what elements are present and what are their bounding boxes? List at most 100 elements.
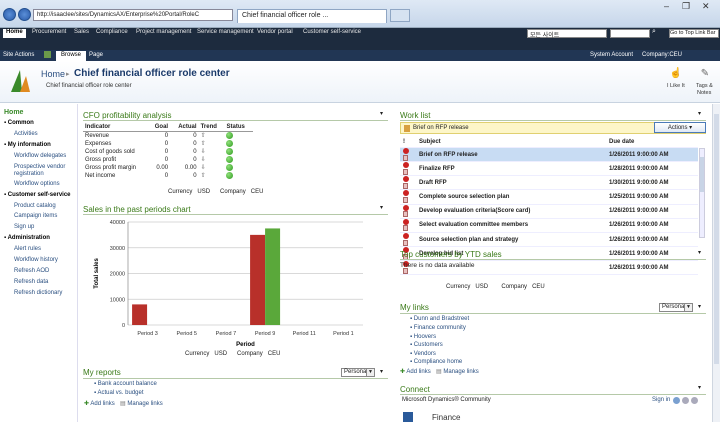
ql-workflow-delegates[interactable]: Workflow delegates (14, 153, 66, 159)
actions-button[interactable]: Actions ▾ (654, 122, 706, 133)
ql-customer-self-service[interactable]: ▪ Customer self-service (4, 192, 71, 198)
ql-refresh-aod[interactable]: Refresh AOD (14, 268, 49, 274)
breadcrumb-home[interactable]: Home (41, 69, 65, 79)
report-link-bank-account[interactable]: ▪ Bank account balance (94, 381, 157, 387)
nav-home[interactable]: Home (3, 29, 26, 38)
topcust-menu-icon[interactable]: ▾ (698, 249, 701, 256)
worklist-scrollbar[interactable] (699, 148, 705, 238)
link-compliance-home[interactable]: ▪ Compliance home (410, 359, 462, 365)
reports-menu-icon[interactable]: ▾ (380, 368, 383, 375)
ql-product-catalog[interactable]: Product catalog (14, 203, 56, 209)
nav-customer-self-service[interactable]: Customer self-service (303, 29, 361, 35)
report-link-actual-vs-budget[interactable]: ▪ Actual vs. budget (94, 390, 144, 396)
links-add-links[interactable]: ✚ Add links (400, 368, 431, 375)
nav-service-management[interactable]: Service management (197, 29, 254, 35)
col-goal: Goal (148, 123, 171, 132)
nav-compliance[interactable]: Compliance (96, 29, 128, 35)
maximize-icon[interactable]: ❐ (682, 1, 690, 12)
page-scrollbar[interactable] (712, 104, 720, 422)
table-row[interactable]: Complete source selection plan 1/25/2011 … (400, 189, 698, 205)
link-vendors[interactable]: ▪ Vendors (410, 351, 436, 357)
sales-menu-icon[interactable]: ▾ (380, 204, 383, 211)
table-row[interactable]: Develop evaluation criteria(Score card) 1… (400, 204, 698, 219)
ql-workflow-history[interactable]: Workflow history (14, 257, 58, 263)
connect-title[interactable]: Connect (400, 385, 430, 394)
search-icon[interactable]: ⌕ (652, 28, 660, 38)
tags-icon[interactable]: ✎ (698, 68, 712, 82)
tags-label[interactable]: Tags & (696, 83, 713, 89)
scrollbar-thumb[interactable] (700, 157, 704, 192)
ql-workflow-options[interactable]: Workflow options (14, 181, 60, 187)
link-customers[interactable]: ▪ Customers (410, 342, 443, 348)
goto-top-link-bar[interactable]: Go to Top Link Bar (669, 29, 719, 38)
worklist-menu-icon[interactable]: ▾ (698, 110, 701, 117)
quicklaunch-home[interactable]: Home (4, 109, 23, 116)
navigate-up-icon[interactable] (44, 51, 51, 58)
account-menu[interactable]: System Account (590, 52, 633, 58)
ql-prospective-vendor[interactable]: Prospective vendor (14, 164, 65, 170)
cfo-menu-icon[interactable]: ▾ (380, 110, 383, 117)
link-hoovers[interactable]: ▪ Hoovers (410, 334, 436, 340)
ql-refresh-data[interactable]: Refresh data (14, 279, 48, 285)
table-row[interactable]: Finalize RFP 1/28/2011 9:00:00 AM (400, 161, 698, 177)
top-customers-title[interactable]: Top customers by YTD sales (400, 250, 502, 259)
links-manage-links[interactable]: ▤ Manage links (436, 368, 479, 375)
link-finance-community[interactable]: ▪ Finance community (410, 325, 466, 331)
ql-registration[interactable]: registration (14, 171, 44, 177)
nav-sales[interactable]: Sales (74, 29, 89, 35)
forward-icon[interactable] (18, 8, 31, 21)
finance-label[interactable]: Finance (432, 413, 460, 422)
reports-add-links[interactable]: ✚ Add links (84, 400, 115, 407)
address-bar[interactable]: http://isaaclee/sites/DynamicsAX/Enterpr… (33, 9, 233, 21)
new-tab-button[interactable] (390, 9, 410, 22)
links-menu-icon[interactable]: ▾ (698, 303, 701, 310)
ql-refresh-dictionary[interactable]: Refresh dictionary (14, 290, 62, 296)
col-priority[interactable]: ! (400, 136, 416, 148)
ql-my-information[interactable]: ▪ My information (4, 142, 51, 148)
table-row[interactable]: Source selection plan and strategy 1/26/2… (400, 232, 698, 248)
nav-procurement[interactable]: Procurement (32, 29, 66, 35)
ql-administration[interactable]: ▪ Administration (4, 235, 50, 241)
links-dropdown-icon[interactable]: ▼ (684, 303, 693, 312)
table-row[interactable]: Draft RFP 1/30/2011 9:00:00 AM (400, 175, 698, 191)
ql-sign-up[interactable]: Sign up (14, 224, 34, 230)
like-icon[interactable]: ☝ (669, 68, 683, 82)
ql-activities[interactable]: Activities (14, 131, 38, 137)
tab-page[interactable]: Page (89, 52, 103, 58)
close-icon[interactable]: ✕ (702, 1, 710, 12)
page-scrollbar-thumb[interactable] (714, 114, 719, 364)
company-menu[interactable]: Company:CEU (642, 52, 682, 58)
browser-tab[interactable]: Chief financial officer role ... (237, 9, 387, 23)
document-icon (403, 168, 408, 175)
reports-manage-links[interactable]: ▤ Manage links (120, 400, 163, 407)
table-row[interactable]: Brief on RFP release 1/26/2011 9:00:00 AM (400, 147, 698, 163)
sign-in-link[interactable]: Sign in (652, 397, 670, 403)
back-icon[interactable] (3, 8, 16, 21)
tab-browse[interactable]: Browse (56, 51, 87, 61)
col-due-date[interactable]: Due date (606, 136, 698, 148)
ql-common[interactable]: ▪ Common (4, 120, 34, 126)
minimize-icon[interactable]: – (664, 1, 669, 11)
refresh-icon[interactable] (691, 397, 698, 404)
my-links-title[interactable]: My links (400, 303, 429, 312)
work-list-title[interactable]: Work list (400, 111, 431, 120)
table-row[interactable]: Select evaluation committee members 1/26/… (400, 218, 698, 233)
sales-chart-title[interactable]: Sales in the past periods chart (83, 205, 191, 214)
cfo-title[interactable]: CFO profitability analysis (83, 111, 171, 120)
search-scope-select[interactable]: 모든 사이트 (527, 29, 607, 39)
reports-dropdown-icon[interactable]: ▼ (366, 368, 375, 377)
my-reports-title[interactable]: My reports (83, 368, 121, 377)
help-icon[interactable] (673, 397, 680, 404)
link-dunn-bradstreet[interactable]: ▪ Dunn and Bradstreet (410, 316, 469, 322)
col-subject[interactable]: Subject (416, 136, 606, 148)
nav-vendor-portal[interactable]: Vendor portal (257, 29, 293, 35)
i-like-it-label[interactable]: I Like It (667, 83, 685, 89)
nav-project-management[interactable]: Project management (136, 29, 191, 35)
ql-campaign-items[interactable]: Campaign items (14, 213, 57, 219)
search-input[interactable] (610, 29, 650, 38)
connect-menu-icon[interactable]: ▾ (698, 384, 701, 391)
site-actions-button[interactable]: Site Actions (3, 52, 34, 58)
ql-alert-rules[interactable]: Alert rules (14, 246, 41, 252)
settings-icon[interactable] (682, 397, 689, 404)
notes-label[interactable]: Notes (697, 90, 711, 96)
